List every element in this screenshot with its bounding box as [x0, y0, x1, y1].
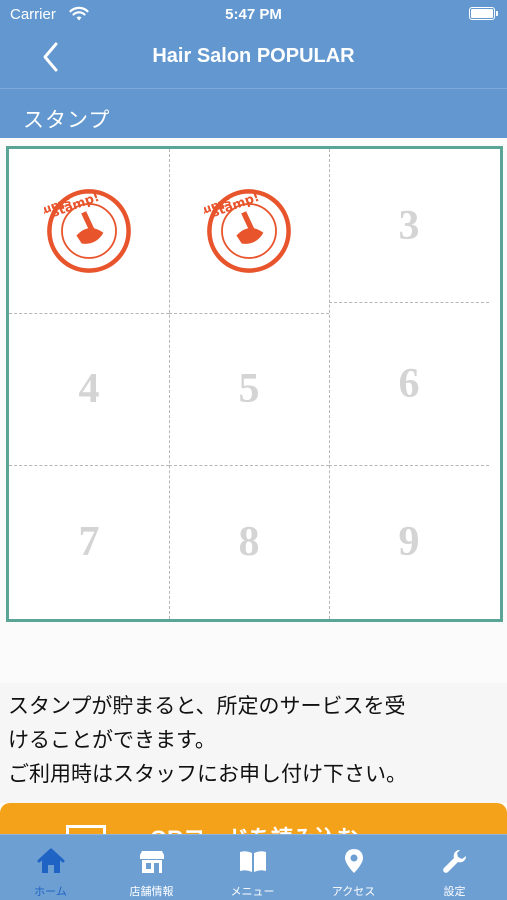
- slot-number: 6: [398, 360, 420, 407]
- slot-number: 8: [238, 519, 260, 565]
- tab-access[interactable]: アクセス: [303, 835, 404, 900]
- svg-text:stamp!: stamp!: [204, 195, 233, 224]
- tab-label: 店舗情報: [129, 885, 174, 898]
- stamp-card: stamp! stamp! stamp! stamp! 3 4 5 6 7 8 …: [6, 146, 503, 622]
- description-line: けることができます。: [8, 728, 216, 752]
- stamp-mark-icon: stamp! stamp!: [44, 189, 131, 273]
- stamp-slot-7: 7: [9, 465, 169, 619]
- stamp-slot-8: 8: [169, 465, 329, 619]
- book-icon: [240, 851, 266, 872]
- tab-label: ホーム: [34, 885, 67, 898]
- tab-label: メニュー: [230, 885, 275, 898]
- home-icon: [37, 848, 65, 873]
- svg-text:stamp!: stamp!: [44, 195, 73, 224]
- description-area: スタンプが貯まると、所定のサービスを受 けることができます。 ご利用時はスタッフ…: [0, 683, 507, 803]
- tab-home[interactable]: ホーム: [0, 835, 101, 900]
- tab-menu[interactable]: メニュー: [202, 835, 303, 900]
- stamp-slot-1: stamp! stamp!: [9, 149, 169, 313]
- header: Carrier 5:47 PM Hair Salon POPULAR: [0, 0, 507, 88]
- slot-number: 3: [398, 202, 420, 249]
- stamp-mark-icon: stamp! stamp!: [204, 189, 291, 273]
- description-text: スタンプが貯まると、所定のサービスを受 けることができます。 ご利用時はスタッフ…: [8, 689, 502, 791]
- tab-bar: ホーム 店舗情報 メニュー アクセス 設定: [0, 834, 507, 900]
- slot-number: 9: [398, 519, 420, 565]
- section-title: スタンプ: [23, 108, 111, 132]
- description-line: スタンプが貯まると、所定のサービスを受: [8, 694, 406, 718]
- page-title: Hair Salon POPULAR: [152, 45, 355, 67]
- tab-label: 設定: [443, 885, 466, 898]
- tab-store-info[interactable]: 店舗情報: [101, 835, 202, 900]
- stamp-slot-3: 3: [329, 149, 489, 302]
- store-icon: [140, 851, 164, 873]
- tab-label: アクセス: [331, 885, 376, 898]
- stamp-slot-6: 6: [329, 302, 489, 465]
- stamp-slot-9: 9: [329, 465, 489, 619]
- stamp-card-area: stamp! stamp! stamp! stamp! 3 4 5 6 7 8 …: [0, 138, 507, 683]
- slot-number: 5: [238, 366, 260, 412]
- slot-number: 4: [78, 366, 100, 412]
- stamp-slot-2: stamp! stamp!: [169, 149, 329, 313]
- section-header: スタンプ: [0, 88, 507, 138]
- battery-icon: [469, 7, 498, 20]
- tab-settings[interactable]: 設定: [404, 835, 505, 900]
- stamp-slot-5: 5: [169, 313, 329, 465]
- location-pin-icon: [345, 849, 363, 873]
- stamp-slot-4: 4: [9, 313, 169, 465]
- slot-number: 7: [78, 519, 100, 565]
- status-time: 5:47 PM: [225, 6, 282, 23]
- wrench-icon: [443, 849, 467, 873]
- description-line: ご利用時はスタッフにお申し付け下さい。: [8, 762, 407, 786]
